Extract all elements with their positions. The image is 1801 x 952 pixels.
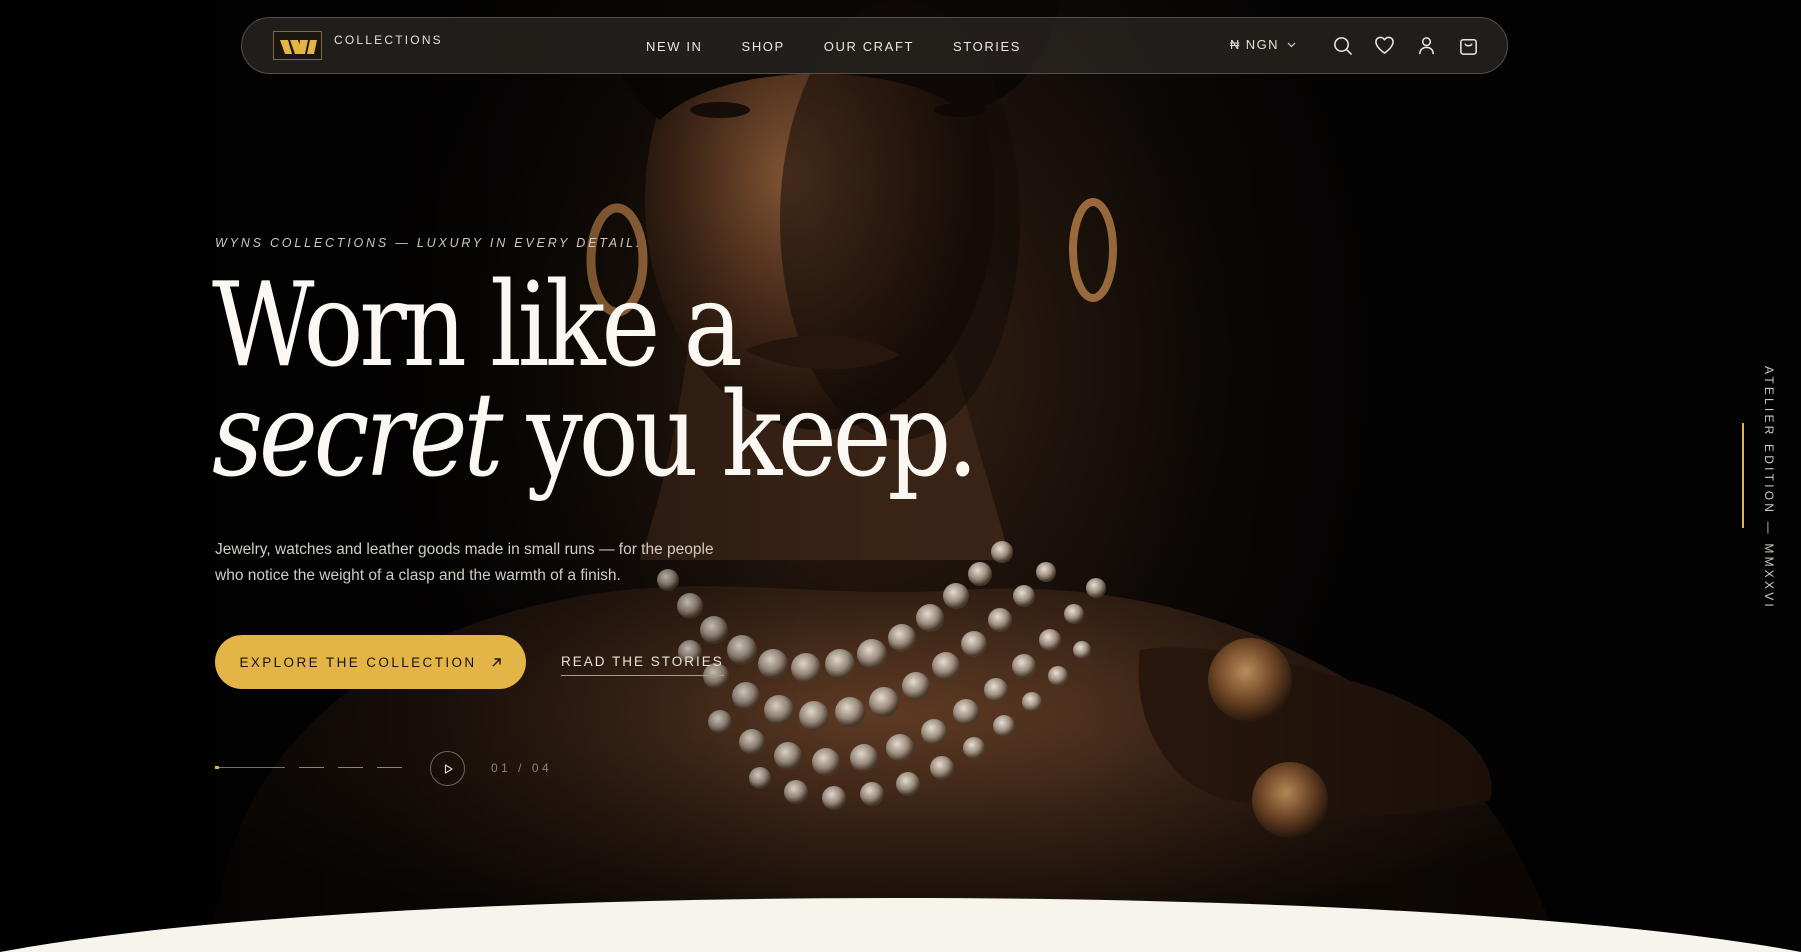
headline-line-1: Worn like a xyxy=(212,258,743,393)
currency-selector[interactable]: ₦ NGN xyxy=(1230,37,1296,52)
progress-segment-active[interactable] xyxy=(215,766,285,769)
headline-italic-word: secret xyxy=(212,368,503,503)
progress-segment[interactable] xyxy=(299,767,324,768)
nav-new-in[interactable]: NEW IN xyxy=(646,39,703,54)
side-edition-label: ATELIER EDITION — MMXXVI xyxy=(1762,366,1776,610)
brand-logo[interactable] xyxy=(273,31,322,60)
brand-name[interactable]: COLLECTIONS xyxy=(334,33,443,47)
hero-subcopy: Jewelry, watches and leather goods made … xyxy=(215,541,714,584)
explore-collection-label: EXPLORE THE COLLECTION xyxy=(239,654,477,670)
arrow-up-right-icon xyxy=(492,657,501,666)
nav-stories[interactable]: STORIES xyxy=(953,39,1021,54)
nav-our-craft[interactable]: OUR CRAFT xyxy=(824,39,914,54)
slide-progress xyxy=(215,766,402,769)
play-button[interactable] xyxy=(430,751,465,786)
main-navbar: COLLECTIONS NEW IN SHOP OUR CRAFT STORIE… xyxy=(241,17,1508,74)
user-icon[interactable] xyxy=(1416,35,1437,56)
heart-icon[interactable] xyxy=(1374,35,1395,56)
currency-label: ₦ NGN xyxy=(1230,37,1279,52)
nav-links: NEW IN SHOP OUR CRAFT STORIES xyxy=(646,39,1060,54)
side-accent-line xyxy=(1742,423,1744,528)
headline-line-2: secret you keep. xyxy=(212,378,979,494)
progress-segment[interactable] xyxy=(377,767,402,768)
shopping-bag-icon[interactable] xyxy=(1458,35,1479,56)
explore-collection-button[interactable]: EXPLORE THE COLLECTION xyxy=(215,635,526,689)
read-stories-link[interactable]: READ THE STORIES xyxy=(561,654,724,676)
play-icon xyxy=(444,763,453,774)
section-curve xyxy=(0,898,1801,952)
headline-line-2-rest: you keep. xyxy=(526,368,979,503)
nav-shop[interactable]: SHOP xyxy=(742,39,785,54)
logo-mark-icon xyxy=(280,40,317,54)
nav-icon-group xyxy=(1332,35,1479,56)
progress-segment[interactable] xyxy=(338,767,363,768)
chevron-down-icon xyxy=(1287,42,1296,47)
hero-eyebrow: WYNS COLLECTIONS — LUXURY IN EVERY DETAI… xyxy=(215,236,643,250)
search-icon[interactable] xyxy=(1332,35,1353,56)
slide-counter: 01 / 04 xyxy=(491,761,553,775)
hero-headline: Worn like a secret you keep. xyxy=(212,268,1098,494)
